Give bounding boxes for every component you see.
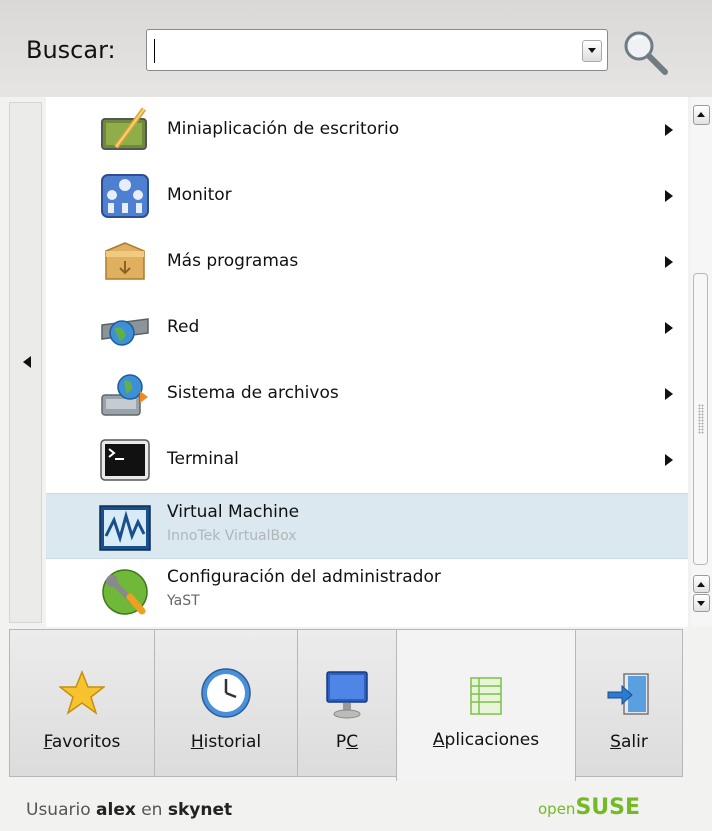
chevron-down-icon bbox=[588, 48, 596, 53]
session-user-info: Usuario alex en skynet bbox=[26, 800, 233, 820]
item-description: InnoTek VirtualBox bbox=[167, 528, 297, 544]
tab-label: Favoritos bbox=[43, 732, 121, 752]
tab-applications[interactable]: Aplicaciones bbox=[396, 629, 576, 781]
tab-label: Salir bbox=[610, 732, 648, 752]
chevron-left-icon bbox=[23, 356, 31, 368]
item-description: YaST bbox=[167, 593, 200, 609]
search-label: Buscar: bbox=[26, 36, 116, 64]
submenu-arrow-icon bbox=[665, 124, 673, 136]
search-history-dropdown-button[interactable] bbox=[582, 40, 602, 62]
list-item-admin-settings[interactable]: Configuración del administrador YaST bbox=[46, 559, 688, 625]
applications-list: Miniaplicación de escritorio Monitor Más… bbox=[46, 97, 688, 627]
arrow-down-icon bbox=[697, 601, 705, 606]
computer-icon bbox=[326, 671, 368, 719]
list-item-network[interactable]: Red bbox=[46, 295, 688, 361]
search-input[interactable] bbox=[146, 29, 608, 71]
tab-label: PC bbox=[335, 732, 359, 752]
item-label: Red bbox=[167, 317, 200, 337]
applications-icon bbox=[470, 677, 502, 715]
text-caret bbox=[154, 39, 155, 63]
scroll-up-button-bottom[interactable] bbox=[693, 575, 710, 593]
item-label: Configuración del administrador bbox=[167, 567, 441, 587]
terminal-icon bbox=[100, 439, 150, 481]
list-item-terminal[interactable]: Terminal bbox=[46, 427, 688, 493]
item-label: Miniaplicación de escritorio bbox=[167, 119, 400, 139]
grip-dots bbox=[698, 404, 704, 434]
item-label: Sistema de archivos bbox=[167, 383, 339, 403]
submenu-arrow-icon bbox=[665, 256, 673, 268]
tab-favorites[interactable]: Favoritos bbox=[9, 629, 155, 777]
item-label: Monitor bbox=[167, 185, 232, 205]
tab-label: Aplicaciones bbox=[432, 730, 540, 750]
exit-icon bbox=[607, 673, 649, 715]
scroll-down-button[interactable] bbox=[693, 594, 710, 612]
opensuse-logo: openSUSE bbox=[538, 795, 641, 820]
list-item-filesystem[interactable]: Sistema de archivos bbox=[46, 361, 688, 427]
tab-exit[interactable]: Salir bbox=[575, 629, 683, 777]
box-icon bbox=[105, 242, 145, 280]
vertical-scrollbar[interactable] bbox=[691, 97, 712, 627]
filesystem-icon bbox=[101, 374, 148, 416]
scroll-up-button[interactable] bbox=[693, 105, 710, 125]
item-label: Terminal bbox=[167, 449, 239, 469]
clock-icon bbox=[201, 668, 251, 718]
star-icon bbox=[59, 670, 105, 715]
submenu-arrow-icon bbox=[665, 322, 673, 334]
tab-computer[interactable]: PC bbox=[297, 629, 397, 777]
list-item-more-programs[interactable]: Más programas bbox=[46, 229, 688, 295]
back-navigation-button[interactable] bbox=[9, 102, 42, 623]
arrow-up-icon bbox=[697, 582, 705, 587]
search-icon[interactable] bbox=[619, 28, 671, 78]
item-label: Virtual Machine bbox=[167, 502, 300, 522]
tab-label: Historial bbox=[190, 732, 262, 752]
network-globe-icon bbox=[101, 318, 149, 346]
monitor-gauges-icon bbox=[101, 174, 149, 218]
list-item-virtual-machine[interactable]: Virtual Machine InnoTek VirtualBox bbox=[46, 493, 688, 559]
scrollbar-thumb[interactable] bbox=[693, 273, 708, 565]
search-header: Buscar: bbox=[0, 0, 712, 97]
item-label: Más programas bbox=[167, 251, 299, 271]
submenu-arrow-icon bbox=[665, 454, 673, 466]
yast-icon bbox=[102, 569, 148, 615]
widget-icon bbox=[101, 107, 147, 150]
arrow-up-icon bbox=[697, 112, 705, 117]
list-item-monitor[interactable]: Monitor bbox=[46, 163, 688, 229]
tab-bar: Favoritos Historial PC Aplicaciones Sali… bbox=[0, 629, 712, 781]
submenu-arrow-icon bbox=[665, 190, 673, 202]
submenu-arrow-icon bbox=[665, 388, 673, 400]
list-item-widgets[interactable]: Miniaplicación de escritorio bbox=[46, 97, 688, 163]
virtualbox-icon bbox=[99, 505, 151, 551]
tab-history[interactable]: Historial bbox=[154, 629, 298, 777]
